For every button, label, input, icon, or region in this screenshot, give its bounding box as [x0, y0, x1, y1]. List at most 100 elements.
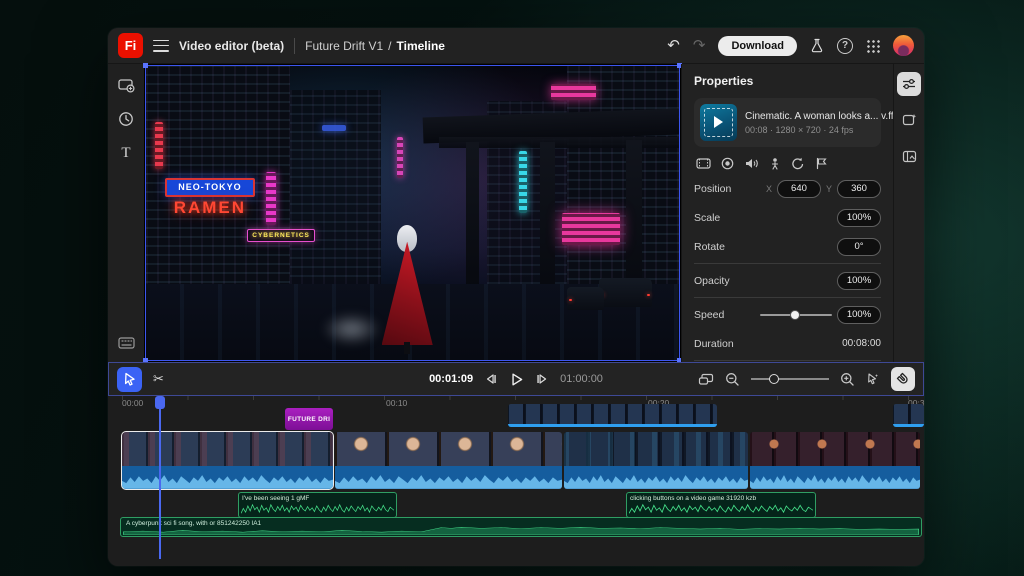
media-panel-button[interactable] [897, 144, 921, 168]
top-bar-actions: ↶ ↷ Download ? [667, 35, 914, 56]
previous-frame-button[interactable] [484, 373, 498, 385]
audio-clip-voice[interactable]: I've been seeing 1 gMF [238, 492, 397, 518]
history-icon[interactable] [117, 110, 135, 128]
clip-meta: Cinematic. A woman looks a... v.ffgenvid… [745, 111, 893, 135]
scale-input[interactable]: 100% [837, 209, 881, 227]
text-clip-future-drift[interactable]: FUTURE DRI [285, 408, 333, 430]
keyboard-shortcuts-icon[interactable] [117, 334, 135, 352]
flag-marker-icon[interactable] [815, 157, 828, 170]
film-frame-icon[interactable] [696, 157, 711, 170]
ruler-label: 00:10 [386, 398, 407, 408]
undo-icon[interactable]: ↶ [667, 38, 680, 53]
duration-row: Duration 00:08:00 [694, 329, 881, 358]
neon-sign-vertical-red [155, 122, 164, 169]
text-tool-icon[interactable]: T [117, 144, 135, 162]
parked-car-2 [567, 287, 604, 311]
x-axis-label: X [766, 184, 772, 194]
speed-slider[interactable] [760, 310, 832, 320]
download-button[interactable]: Download [718, 36, 797, 56]
edit-video-button[interactable] [897, 108, 921, 132]
position-row: Position X 640 Y 360 [694, 174, 881, 203]
caped-figure [381, 225, 434, 354]
properties-panel: Properties Cinematic. A woman looks a...… [681, 64, 893, 362]
user-avatar[interactable] [893, 35, 914, 56]
opacity-row: Opacity 100% [694, 266, 881, 295]
speed-input[interactable]: 100% [837, 306, 881, 324]
divider [694, 297, 881, 298]
figure-red-cape [382, 242, 433, 345]
fit-timeline-icon[interactable] [698, 373, 714, 386]
breadcrumb-project[interactable]: Future Drift V1 [305, 39, 383, 53]
timeline-panel[interactable]: 00:00 00:10 00:20 00:30 FUTURE DRI [108, 396, 924, 566]
video-clip-1-selected[interactable] [122, 432, 333, 489]
audio-icon[interactable] [744, 157, 759, 170]
apps-grid-icon[interactable] [866, 39, 880, 53]
duration-value: 00:08:00 [842, 338, 881, 349]
add-media-icon[interactable] [117, 76, 135, 94]
parked-car-1 [599, 278, 652, 307]
playhead-handle[interactable] [155, 396, 165, 409]
total-time: 01:00:00 [560, 373, 603, 385]
app-title: Video editor (beta) [179, 39, 284, 53]
logo-text: Fi [125, 38, 137, 53]
properties-title: Properties [694, 74, 881, 88]
overlay-video-clip-2[interactable] [893, 404, 924, 427]
timeline-zoom-slider[interactable] [751, 374, 829, 384]
position-y-input[interactable]: 360 [837, 180, 881, 198]
neon-sign-neo-tokyo: NEO-TOKYO [165, 178, 255, 197]
clip-action-row [696, 157, 879, 170]
pointer-snap-icon[interactable] [866, 372, 880, 386]
help-icon[interactable]: ? [837, 38, 853, 54]
record-circle-icon[interactable] [721, 157, 734, 170]
firefly-logo[interactable]: Fi [118, 33, 143, 58]
ruler-label: 00:00 [122, 398, 143, 408]
hamburger-menu-icon[interactable] [153, 40, 169, 52]
redo-icon[interactable]: ↷ [693, 38, 706, 53]
refresh-icon[interactable] [791, 157, 805, 170]
rotate-input[interactable]: 0° [837, 238, 881, 256]
properties-tab-button[interactable] [897, 72, 921, 96]
neon-sign-top-right [551, 84, 596, 100]
neon-sign-vertical-pink [266, 172, 276, 225]
zoom-out-icon[interactable] [725, 372, 740, 387]
left-toolbar: T [108, 64, 144, 362]
overlay-video-clip-1[interactable] [508, 404, 717, 427]
snap-magnet-button[interactable] [891, 367, 915, 391]
figure-legs [404, 342, 410, 354]
building-midleft [290, 90, 381, 296]
neon-strip-blue [322, 125, 346, 131]
breadcrumb-page: Timeline [397, 39, 445, 53]
video-preview[interactable]: NEO-TOKYO RAMEN CYBERNETICS [144, 64, 681, 362]
zoom-in-icon[interactable] [840, 372, 855, 387]
opacity-input[interactable]: 100% [837, 272, 881, 290]
audio-clip-sfx[interactable]: clicking buttons on a video game 31920 k… [626, 492, 816, 518]
video-clip-4[interactable] [750, 432, 920, 489]
position-label: Position [694, 183, 731, 195]
beaker-icon[interactable] [810, 38, 824, 53]
select-tool-button[interactable] [117, 367, 142, 392]
playhead-line [159, 397, 161, 559]
timeline-toolbar: ✂ 00:01:09 01:00:00 [108, 362, 924, 396]
top-bar: Fi Video editor (beta) Future Drift V1 /… [108, 28, 924, 64]
selection-handle-tl[interactable] [143, 63, 148, 68]
audio-clip-music[interactable]: A cyberpunk sci fi song, with or 8512422… [120, 517, 922, 537]
next-frame-button[interactable] [535, 373, 549, 385]
divider [694, 263, 881, 264]
y-axis-label: Y [826, 184, 832, 194]
pillar-1 [466, 142, 479, 289]
person-pose-icon[interactable] [769, 157, 781, 170]
rotate-label: Rotate [694, 241, 725, 253]
selected-clip-card[interactable]: Cinematic. A woman looks a... v.ffgenvid… [694, 98, 881, 147]
desktop-background: Fi Video editor (beta) Future Drift V1 /… [0, 0, 1024, 576]
video-clip-3[interactable] [564, 432, 748, 489]
speed-label: Speed [694, 309, 724, 321]
timeline-zoom-controls [698, 367, 915, 391]
neon-sign-vertical-magenta [397, 137, 403, 178]
play-glyph-icon [714, 116, 723, 128]
video-clip-2[interactable] [335, 432, 562, 489]
neon-sign-ramen: RAMEN [174, 198, 246, 218]
play-button[interactable] [509, 372, 524, 387]
pillar-3 [626, 140, 642, 299]
cut-tool-button[interactable]: ✂ [146, 367, 171, 392]
position-x-input[interactable]: 640 [777, 180, 821, 198]
